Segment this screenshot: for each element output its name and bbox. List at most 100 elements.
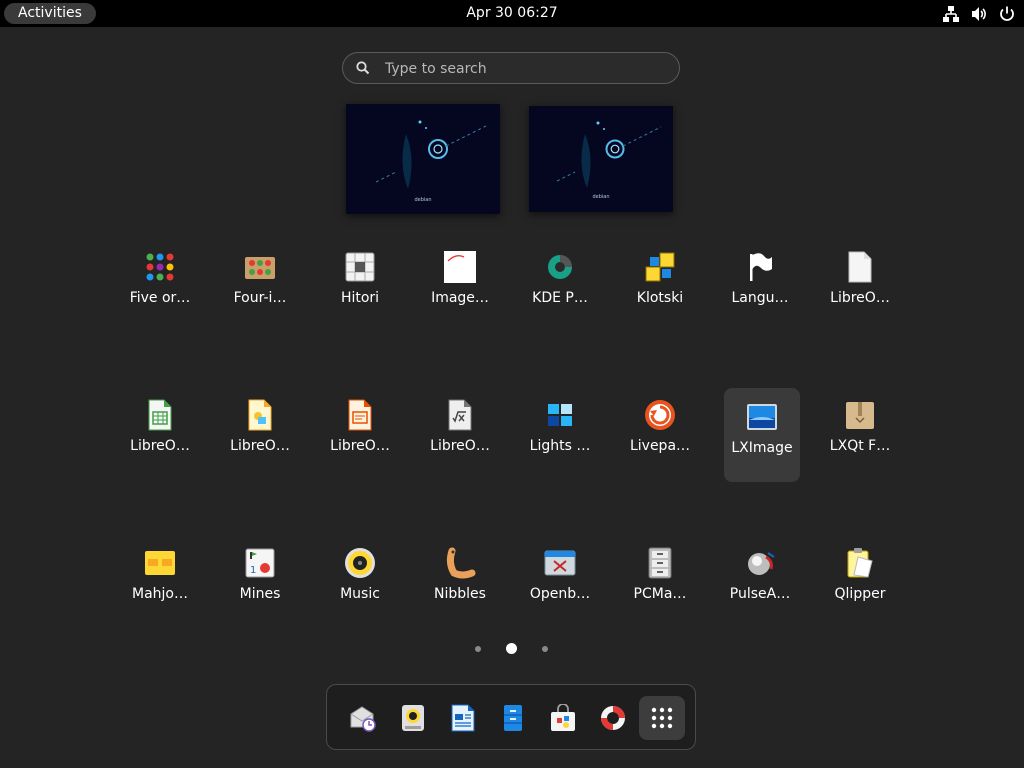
app-language[interactable]: Langu… [722, 238, 798, 332]
hitori-icon [345, 252, 375, 282]
app-mines[interactable]: 1 Mines [222, 534, 298, 628]
pcmanfm-icon [648, 547, 672, 579]
qlipper-icon [847, 548, 873, 578]
app-pcmanfm[interactable]: PCMa… [622, 534, 698, 628]
app-label: Livepa… [629, 438, 691, 454]
dash-libreoffice-writer[interactable] [441, 696, 485, 740]
app-libreoffice[interactable]: LibreO… [822, 238, 898, 332]
system-tray[interactable] [942, 4, 1016, 24]
activities-button[interactable]: Activities [4, 3, 96, 24]
app-label: Mines [239, 586, 281, 602]
app-image-viewer[interactable]: Image… [422, 238, 498, 332]
svg-text:debian: debian [414, 197, 431, 203]
app-label: Lights … [529, 438, 591, 454]
svg-text:1: 1 [250, 565, 256, 576]
klotski-icon [645, 252, 675, 282]
app-label: LibreO… [130, 438, 190, 454]
five-or-more-icon [146, 253, 174, 281]
svg-text:debian: debian [592, 194, 609, 200]
power-icon[interactable] [998, 5, 1016, 23]
network-icon[interactable] [942, 5, 960, 23]
app-libreoffice-calc[interactable]: LibreO… [122, 386, 198, 480]
app-label: Mahjo… [132, 586, 188, 602]
app-four-in-a-row[interactable]: Four-i… [222, 238, 298, 332]
dash-files[interactable] [491, 696, 535, 740]
file-cabinet-icon [504, 705, 522, 731]
four-in-a-row-icon [245, 257, 275, 279]
app-label: Nibbles [434, 586, 486, 602]
app-music[interactable]: Music [322, 534, 398, 628]
app-lxqt-file-archiver[interactable]: LXQt F… [822, 386, 898, 480]
search-box[interactable] [342, 52, 680, 84]
libreoffice-calc-icon [148, 399, 172, 431]
libreoffice-icon [848, 251, 872, 283]
app-lximage[interactable]: LXImage [724, 388, 800, 482]
app-label: LibreO… [430, 438, 490, 454]
search-input[interactable] [383, 57, 667, 81]
app-label: Langu… [731, 290, 789, 306]
app-label: LXImage [731, 440, 793, 456]
image-viewer-icon [444, 251, 476, 283]
app-libreoffice-impress[interactable]: LibreO… [322, 386, 398, 480]
clock[interactable]: Apr 30 06:27 [466, 5, 557, 21]
dash [326, 684, 696, 750]
app-label: PulseA… [729, 586, 791, 602]
dash-evolution[interactable] [341, 696, 385, 740]
app-label: Four-i… [233, 290, 287, 306]
search-icon [356, 61, 370, 75]
app-label: Klotski [636, 290, 684, 306]
lxqt-file-archiver-icon [846, 402, 874, 429]
volume-icon[interactable] [970, 5, 988, 23]
show-apps-grid-icon [651, 707, 673, 729]
libreoffice-impress-icon [348, 399, 372, 431]
dash-show-apps[interactable] [639, 696, 685, 740]
dash-rhythmbox[interactable] [391, 696, 435, 740]
mines-icon: 1 [245, 548, 275, 578]
app-libreoffice-draw[interactable]: LibreO… [222, 386, 298, 480]
rhythmbox-speaker-icon [402, 705, 424, 731]
libreoffice-math-icon [448, 399, 472, 431]
app-pulseaudio[interactable]: PulseA… [722, 534, 798, 628]
evolution-mail-icon [350, 706, 376, 732]
workspace-thumbnail-2[interactable]: debian [529, 106, 673, 212]
app-hitori[interactable]: Hitori [322, 238, 398, 332]
lximage-icon [747, 404, 777, 430]
page-dot-3[interactable] [542, 646, 548, 652]
app-label: LibreO… [230, 438, 290, 454]
pulseaudio-icon [748, 552, 775, 575]
app-libreoffice-math[interactable]: LibreO… [422, 386, 498, 480]
app-label: LXQt F… [829, 438, 891, 454]
dash-software[interactable] [541, 696, 585, 740]
page-dot-1[interactable] [475, 646, 481, 652]
dash-help[interactable] [591, 696, 635, 740]
app-label: Image… [431, 290, 489, 306]
help-lifebuoy-icon [601, 706, 625, 730]
language-flag-icon [750, 253, 772, 281]
livepatch-icon [645, 400, 675, 430]
app-label: Five or… [129, 290, 191, 306]
app-label: Openb… [529, 586, 591, 602]
top-bar: Activities Apr 30 06:27 [0, 0, 1024, 27]
software-store-icon [551, 704, 575, 731]
app-label: LibreO… [830, 290, 890, 306]
app-label: Music [340, 586, 380, 602]
app-mahjongg[interactable]: Mahjo… [122, 534, 198, 628]
app-qlipper[interactable]: Qlipper [822, 534, 898, 628]
openbox-icon [544, 550, 576, 576]
app-klotski[interactable]: Klotski [622, 238, 698, 332]
lights-off-icon [548, 404, 572, 426]
workspace-thumbnail-1[interactable]: debian [346, 104, 500, 214]
app-livepatch[interactable]: Livepa… [622, 386, 698, 480]
app-label: Hitori [340, 290, 380, 306]
mahjongg-icon [145, 551, 175, 575]
app-label: LibreO… [330, 438, 390, 454]
app-nibbles[interactable]: Nibbles [422, 534, 498, 628]
page-dot-2-current[interactable] [506, 643, 517, 654]
libreoffice-draw-icon [248, 399, 272, 431]
app-openbox[interactable]: Openb… [522, 534, 598, 628]
app-label: KDE P… [532, 290, 588, 306]
app-lights-off[interactable]: Lights … [522, 386, 598, 480]
app-kde-partition[interactable]: KDE P… [522, 238, 598, 332]
kde-partition-icon [548, 255, 572, 279]
app-five-or-more[interactable]: Five or… [122, 238, 198, 332]
